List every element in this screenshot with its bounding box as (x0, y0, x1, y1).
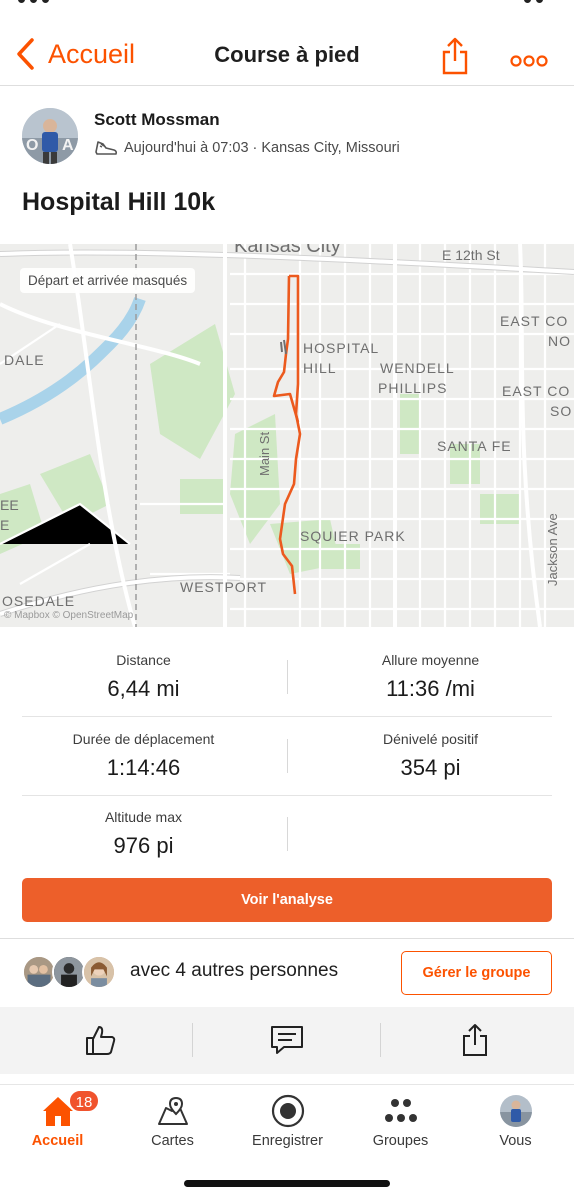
tab-home[interactable]: 18 Accueil (0, 1089, 115, 1149)
privacy-zone-label: Départ et arrivée masqués (20, 268, 196, 293)
tab-maps-label: Cartes (151, 1133, 194, 1149)
action-divider (192, 1023, 193, 1057)
stat-pace-value: 11:36 /mi (386, 676, 475, 701)
top-navigation-bar: Accueil Course à pied (0, 10, 574, 86)
stats-row-divider (22, 716, 552, 717)
map-label-santa-fe: SANTA FE (437, 438, 512, 454)
tab-maps[interactable]: Cartes (115, 1091, 230, 1149)
map-label-squier-park: SQUIER PARK (300, 528, 406, 544)
tab-record[interactable]: Enregistrer (230, 1091, 345, 1149)
athlete-avatar[interactable]: O A (22, 108, 78, 164)
stat-max-elevation-label: Altitude max (104, 809, 183, 825)
stats-row-divider (22, 795, 552, 796)
map-label-e12th: E 12th St (442, 247, 500, 263)
stat-elevation-gain: Dénivelé positif 354 pi (287, 731, 574, 781)
share-icon[interactable] (458, 1023, 492, 1057)
record-icon (271, 1094, 304, 1128)
profile-avatar-icon (499, 1095, 532, 1127)
athlete-name[interactable]: Scott Mossman (94, 110, 220, 130)
notification-badge: 18 (68, 1089, 100, 1113)
map-label-hill: HILL (303, 360, 337, 376)
stat-elevation-gain-value: 354 pi (400, 755, 461, 780)
avatar (52, 955, 86, 989)
stat-distance: Distance 6,44 mi (0, 652, 287, 702)
stat-divider (287, 817, 288, 851)
social-action-bar (0, 1007, 574, 1074)
tab-groups[interactable]: Groupes (343, 1091, 458, 1149)
page-title: Course à pied (214, 42, 360, 67)
map-label-main-st: Main St (257, 432, 272, 476)
group-text[interactable]: avec 4 autres personnes (130, 960, 338, 982)
maps-icon (157, 1096, 188, 1125)
avatar (82, 955, 116, 989)
home-indicator (184, 1180, 390, 1187)
avatar (22, 955, 56, 989)
stat-moving-time-label: Durée de déplacement (72, 731, 215, 747)
map-label-westport: WESTPORT (180, 579, 267, 595)
section-divider (0, 938, 574, 939)
more-icon[interactable] (510, 54, 548, 68)
stat-max-elevation-value: 976 pi (113, 833, 174, 858)
stat-elevation-gain-label: Dénivelé positif (383, 731, 478, 747)
map-label-wendell: WENDELL (380, 360, 455, 376)
map-label-no: NO (548, 333, 571, 349)
stat-moving-time: Durée de déplacement 1:14:46 (0, 731, 287, 781)
map-label-osedale: OSEDALE (2, 593, 75, 609)
map-label-east-co-2: EAST CO (502, 383, 570, 399)
stat-max-elevation: Altitude max 976 pi (0, 809, 287, 859)
map-label-jackson-ave: Jackson Ave (545, 513, 560, 586)
groups-icon (384, 1099, 417, 1122)
action-divider (380, 1023, 381, 1057)
stat-pace-label: Allure moyenne (381, 652, 480, 668)
stat-pace: Allure moyenne 11:36 /mi (287, 652, 574, 702)
map-attribution[interactable]: © Mapbox © OpenStreetMap (4, 610, 133, 621)
like-icon[interactable] (84, 1023, 118, 1057)
map-label-east-co-1: EAST CO (500, 313, 568, 329)
shoe-icon (95, 141, 118, 155)
route-map[interactable]: Kansas City E 12th St EAST CO NO DALE HO… (0, 244, 574, 627)
group-avatars[interactable] (22, 955, 122, 991)
tab-you[interactable]: Vous (458, 1091, 573, 1149)
activity-meta: Aujourd'hui à 07:03 · Kansas City, Misso… (94, 138, 400, 158)
stat-distance-label: Distance (116, 652, 171, 668)
map-label-e: E (0, 517, 9, 533)
comment-icon[interactable] (270, 1023, 304, 1057)
map-label-kansas-city: Kansas City (234, 244, 341, 257)
tab-record-label: Enregistrer (252, 1133, 323, 1149)
manage-group-button[interactable]: Gérer le groupe (401, 951, 552, 995)
status-bar (0, 0, 574, 10)
map-label-dale: DALE (4, 352, 45, 368)
tab-you-label: Vous (499, 1133, 532, 1149)
map-label-ee: EE (0, 497, 19, 513)
activity-meta-text: Aujourd'hui à 07:03 · Kansas City, Misso… (124, 140, 400, 156)
share-icon[interactable] (440, 36, 470, 76)
tab-home-label: Accueil (31, 1133, 84, 1149)
map-label-hospital: HOSPITAL (303, 340, 379, 356)
tab-groups-label: Groupes (372, 1133, 429, 1149)
map-label-phillips: PHILLIPS (378, 380, 447, 396)
svg-text:A: A (62, 137, 74, 154)
stat-moving-time-value: 1:14:46 (106, 755, 181, 780)
activity-title: Hospital Hill 10k (22, 188, 216, 216)
svg-text:O: O (26, 137, 38, 154)
stat-distance-value: 6,44 mi (107, 676, 180, 701)
view-analysis-button[interactable]: Voir l'analyse (22, 878, 552, 922)
map-label-so: SO (550, 403, 572, 419)
